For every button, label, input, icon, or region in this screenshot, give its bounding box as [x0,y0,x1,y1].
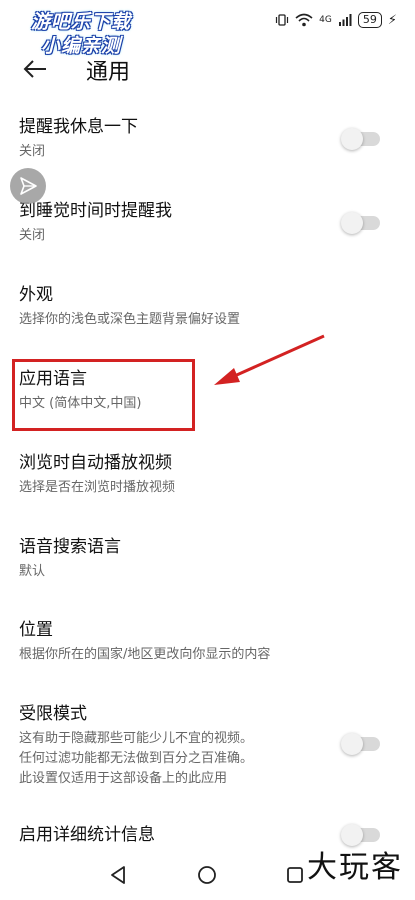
battery-indicator: 59 [357,12,382,28]
toggle-knob [341,128,363,150]
setting-remind-break[interactable]: 提醒我休息一下 关闭 [0,116,415,162]
setting-title: 语音搜索语言 [19,537,121,557]
setting-voice-search-language[interactable]: 语音搜索语言 默认 [0,536,415,582]
detailed-stats-toggle[interactable] [341,824,380,846]
nav-home-button[interactable] [194,862,220,888]
back-arrow-icon [23,60,46,78]
setting-bedtime-reminder[interactable]: 到睡觉时间时提醒我 关闭 [0,200,415,246]
toggle-knob [341,733,363,755]
circle-home-icon [198,866,216,884]
send-icon [20,177,37,195]
status-bar: 游吧乐下载 小编亲测 4G 59 ⚡ [0,0,415,57]
setting-subtitle: 选择是否在浏览时播放视频 [19,480,176,495]
setting-subtitle: 选择你的浅色或深色主题背景偏好设置 [19,312,241,327]
bedtime-reminder-toggle[interactable] [341,212,380,234]
setting-title: 受限模式 [19,704,87,724]
square-recents-icon [287,867,303,883]
page-title: 通用 [86,60,131,85]
nav-back-button[interactable] [105,862,131,888]
back-button[interactable] [20,52,50,86]
setting-title: 位置 [19,620,53,640]
header: 通用 [0,50,415,90]
watermark-bottom: 大玩客 [307,850,403,885]
charging-icon: ⚡ [387,12,397,28]
setting-location[interactable]: 位置 根据你所在的国家/地区更改向你显示的内容 [0,619,415,665]
restricted-mode-toggle[interactable] [341,733,380,755]
subtitle-line: 此设置仅适用于这部设备上的此应用 [19,771,228,786]
setting-title: 浏览时自动播放视频 [19,453,172,473]
wifi-icon [295,13,313,27]
triangle-back-icon [111,866,125,884]
watermark-line-1: 游吧乐下载 [30,11,131,33]
floating-assistant-button[interactable] [10,168,46,204]
remind-break-toggle[interactable] [341,128,380,150]
setting-subtitle: 默认 [19,564,46,579]
setting-title: 外观 [19,285,53,305]
setting-autoplay-video[interactable]: 浏览时自动播放视频 选择是否在浏览时播放视频 [0,452,415,498]
annotation-arrow-icon [214,334,325,385]
setting-restricted-mode[interactable]: 受限模式 这有助于隐藏那些可能少儿不宜的视频。 任何过滤功能都无法做到百分之百准… [0,703,415,789]
status-icons: 4G 59 ⚡ [275,10,397,30]
vibrate-icon [276,14,289,26]
setting-appearance[interactable]: 外观 选择你的浅色或深色主题背景偏好设置 [0,284,415,330]
highlight-box [12,359,195,431]
signal-icon [338,14,352,26]
nav-recents-button[interactable] [282,862,308,888]
toggle-knob [341,212,363,234]
network-label: 4G [319,15,332,25]
setting-subtitle: 根据你所在的国家/地区更改向你显示的内容 [19,647,271,662]
